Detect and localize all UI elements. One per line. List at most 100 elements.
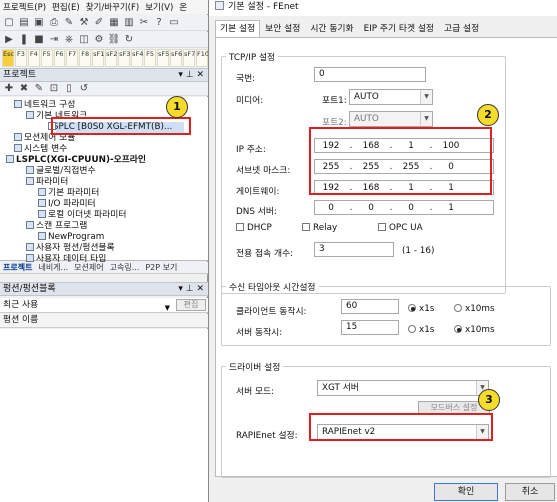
lock-icon[interactable]: ⊡ [48, 83, 60, 95]
tab-motion[interactable]: 모션제어 [74, 262, 103, 273]
pen-icon[interactable]: ✐ [93, 17, 105, 29]
port2-select[interactable]: AUTO ▼ [349, 111, 433, 127]
chevron-down-icon[interactable]: ▼ [420, 112, 432, 126]
print-icon[interactable]: ⎙ [48, 17, 60, 29]
fkey-5[interactable]: F7 [66, 49, 79, 67]
fkey-1[interactable]: F3 [15, 49, 27, 67]
menu-online[interactable]: 온 [179, 1, 187, 13]
tab-project[interactable]: 프로젝트 [3, 262, 32, 273]
stop-icon[interactable]: ■ [33, 34, 45, 46]
tree-item-local-ethernet-parameters[interactable]: 로컬 이더넷 파라미터 [38, 210, 126, 221]
tree-item-user-data-type[interactable]: 사용자 데이터 타입 [26, 254, 106, 262]
menu-edit[interactable]: 편집(E) [52, 1, 80, 13]
window-icon[interactable]: ▭ [168, 17, 180, 29]
pin-icon[interactable]: ▾ ⊥ ✕ [178, 69, 204, 82]
server-mode-select[interactable]: XGT 서버 ▼ [317, 380, 489, 396]
tree-item-parameters[interactable]: 파라미터 [26, 177, 68, 188]
chart-icon[interactable]: ▥ [123, 17, 135, 29]
fkey-9[interactable]: sF3 [118, 49, 130, 67]
tree-item-new-program[interactable]: NewProgram [38, 232, 104, 243]
tree-item-system-variables[interactable]: 시스템 변수 [14, 144, 67, 155]
tree-item-plc-offline[interactable]: LSPLC(XGI-CPUUN)-오프라인 [6, 155, 146, 166]
debug-icon[interactable]: ⎈ [63, 34, 75, 46]
step-icon[interactable]: ⇥ [48, 34, 60, 46]
server-unit-10ms-radio[interactable]: x10ms [454, 325, 495, 335]
dhcp-checkbox[interactable]: DHCP [236, 223, 272, 233]
server-timeout-input[interactable]: 15 [341, 320, 399, 335]
fkey-13[interactable]: sF6 [170, 49, 182, 67]
tab-eip-target[interactable]: EIP 주기 타겟 설정 [359, 20, 439, 37]
tree-item-basic-parameters[interactable]: 기본 파라미터 [38, 188, 99, 199]
pause-icon[interactable]: ❚ [18, 34, 30, 46]
tree-item-io-parameters[interactable]: I/O 파라미터 [38, 199, 96, 210]
fkey-10[interactable]: sF4 [131, 49, 143, 67]
tab-time-sync[interactable]: 시간 동기화 [305, 20, 358, 37]
ok-button[interactable]: 확인 [434, 483, 498, 501]
fkey-12[interactable]: sF5 [157, 49, 169, 67]
tab-highspeed-link[interactable]: 고속링... [110, 262, 140, 273]
monitor-icon[interactable]: ◫ [78, 34, 90, 46]
recent-used-select[interactable]: 최근 사용 ▼ 편집 [0, 298, 208, 313]
dns-label: DNS 서버: [236, 207, 277, 217]
tree-item-scan-program[interactable]: 스캔 프로그램 [26, 221, 87, 232]
tab-p2p[interactable]: P2P 보기 [145, 262, 177, 273]
checkbox-icon [302, 223, 310, 231]
tab-navigator[interactable]: 네비게... [38, 262, 68, 273]
fkey-11[interactable]: F5 [144, 49, 157, 67]
cancel-button[interactable]: 취소 [505, 483, 555, 501]
fkey-0[interactable]: Esc [2, 49, 14, 67]
relay-checkbox[interactable]: Relay [302, 223, 337, 233]
tree-item-network-config[interactable]: 네트워크 구성 [14, 100, 75, 111]
chevron-down-icon[interactable]: ▼ [165, 301, 170, 315]
fkey-4[interactable]: F6 [53, 49, 66, 67]
help-icon[interactable]: ? [153, 17, 165, 29]
client-unit-10ms-radio[interactable]: x10ms [454, 304, 495, 314]
server-unit-1s-radio[interactable]: x1s [408, 325, 434, 335]
menu-find-replace[interactable]: 찾기/바꾸기(F) [86, 1, 140, 13]
station-input[interactable]: 0 [314, 67, 426, 82]
fkey-3[interactable]: F5 [40, 49, 53, 67]
properties-icon[interactable]: ✎ [33, 83, 45, 95]
client-unit-1s-radio[interactable]: x1s [408, 304, 434, 314]
tree-item-global-variables[interactable]: 글로벌/직접변수 [26, 166, 96, 177]
sync-icon[interactable]: ↺ [78, 83, 90, 95]
save-icon[interactable]: ▣ [33, 17, 45, 29]
subnet-label: 서브넷 마스크: [236, 166, 291, 176]
wrench-icon[interactable]: ✎ [63, 17, 75, 29]
port1-select[interactable]: AUTO ▼ [349, 89, 433, 105]
play-icon[interactable]: ▶ [3, 34, 15, 46]
new-file-icon[interactable]: ▢ [3, 17, 15, 29]
server-mode-label: 서버 모드: [236, 387, 275, 397]
tool-icon[interactable]: ⚒ [78, 17, 90, 29]
pin-icon[interactable]: ▾ ⊥ ✕ [178, 283, 204, 296]
tab-security-settings[interactable]: 보안 설정 [260, 20, 305, 37]
add-item-icon[interactable]: ✚ [3, 83, 15, 95]
chevron-down-icon[interactable]: ▼ [420, 90, 432, 104]
compile-icon[interactable]: ⚙ [93, 34, 105, 46]
fkey-8[interactable]: sF2 [105, 49, 117, 67]
refresh-icon[interactable]: ↻ [123, 34, 135, 46]
tool2-icon[interactable]: ✂ [138, 17, 150, 29]
remove-item-icon[interactable]: ✖ [18, 83, 30, 95]
tab-basic-settings[interactable]: 기본 설정 [215, 20, 261, 37]
grid-icon[interactable]: ▦ [108, 17, 120, 29]
tab-advanced-settings[interactable]: 고급 설정 [439, 20, 484, 37]
menu-view[interactable]: 보기(V) [145, 1, 173, 13]
tree-item-user-function-block[interactable]: 사용자 펑션/펑션블록 [26, 243, 115, 254]
fkey-15[interactable]: F10 [196, 49, 209, 67]
annotation-callout-3: 3 [478, 389, 500, 411]
opcua-checkbox[interactable]: OPC UA [378, 223, 423, 233]
fkey-7[interactable]: sF1 [92, 49, 104, 67]
fkey-6[interactable]: F8 [79, 49, 92, 67]
dns-server-input[interactable]: 0. 0. 0. 1 [314, 200, 494, 215]
menu-project[interactable]: 프로젝트(P) [3, 1, 46, 13]
dedicated-connections-input[interactable]: 3 [314, 242, 394, 257]
open-folder-icon[interactable]: ▤ [18, 17, 30, 29]
link-icon[interactable]: ⛓ [108, 34, 121, 46]
fkey-14[interactable]: sF7 [183, 49, 195, 67]
fkey-2[interactable]: F4 [27, 49, 40, 67]
menu-bar: 프로젝트(P) 편집(E) 찾기/바꾸기(F) 보기(V) 온 [0, 0, 208, 14]
doc-icon[interactable]: ▯ [63, 83, 75, 95]
client-timeout-input[interactable]: 60 [341, 299, 399, 314]
edit-button[interactable]: 편집 [176, 299, 206, 311]
